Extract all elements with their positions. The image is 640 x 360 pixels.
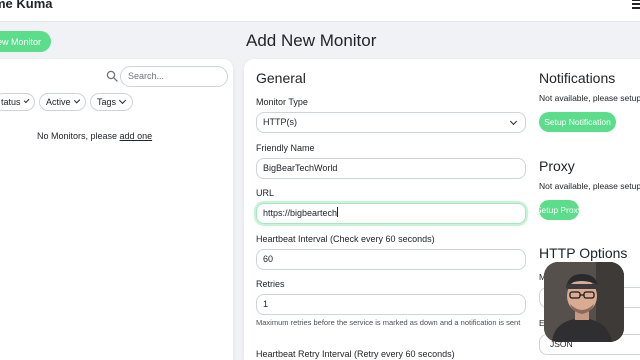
tags-filter-dropdown[interactable]: Tags <box>90 93 133 111</box>
top-navbar: me Kuma <box>0 0 640 22</box>
presenter-video-image <box>544 262 624 342</box>
empty-monitors-message: No Monitors, please add one <box>37 131 153 141</box>
chevron-down-icon <box>118 96 127 105</box>
page-title: Add New Monitor <box>246 31 377 50</box>
url-label: URL <box>256 188 275 198</box>
heartbeat-interval-label: Heartbeat Interval (Check every 60 secon… <box>256 234 435 244</box>
notifications-note: Not available, please setup <box>539 93 640 103</box>
chevron-down-icon <box>73 97 81 104</box>
monitor-type-select[interactable]: HTTP(s) <box>256 112 526 133</box>
retries-label: Retries <box>256 279 285 289</box>
setup-notification-button[interactable]: Setup Notification <box>539 112 616 132</box>
add-new-monitor-button[interactable]: ew Monitor <box>0 31 51 52</box>
add-one-link[interactable]: add one <box>120 131 153 141</box>
app-title[interactable]: me Kuma <box>0 0 53 11</box>
active-filter-label: Active <box>46 97 71 107</box>
heartbeat-interval-input[interactable]: 60 <box>256 249 526 270</box>
chevron-down-icon <box>23 97 30 104</box>
webcam-overlay <box>544 262 624 342</box>
search-icon <box>106 70 118 82</box>
text-caret <box>337 207 339 217</box>
status-filter-dropdown[interactable]: tatus <box>0 93 35 111</box>
active-filter-dropdown[interactable]: Active <box>39 93 86 111</box>
retries-input[interactable]: 1 <box>256 294 526 315</box>
friendly-name-label: Friendly Name <box>256 143 315 153</box>
search-input[interactable]: Search... <box>120 66 228 87</box>
setup-proxy-button[interactable]: Setup Proxy <box>536 200 582 220</box>
retry-interval-label: Heartbeat Retry Interval (Retry every 60… <box>256 349 455 359</box>
proxy-note: Not available, please setup <box>539 181 640 191</box>
url-input[interactable]: https://bigbeartech <box>256 203 526 224</box>
status-filter-label: tatus <box>1 97 21 107</box>
retries-hint: Maximum retries before the service is ma… <box>256 318 521 327</box>
general-heading: General <box>256 70 306 86</box>
proxy-heading: Proxy <box>539 158 575 174</box>
monitor-type-label: Monitor Type <box>256 97 308 107</box>
notifications-heading: Notifications <box>539 70 616 86</box>
tags-filter-label: Tags <box>97 97 117 107</box>
menu-icon[interactable] <box>632 0 640 9</box>
http-options-heading: HTTP Options <box>539 245 628 261</box>
chevron-down-icon <box>509 117 518 126</box>
friendly-name-input[interactable]: BigBearTechWorld <box>256 158 526 179</box>
